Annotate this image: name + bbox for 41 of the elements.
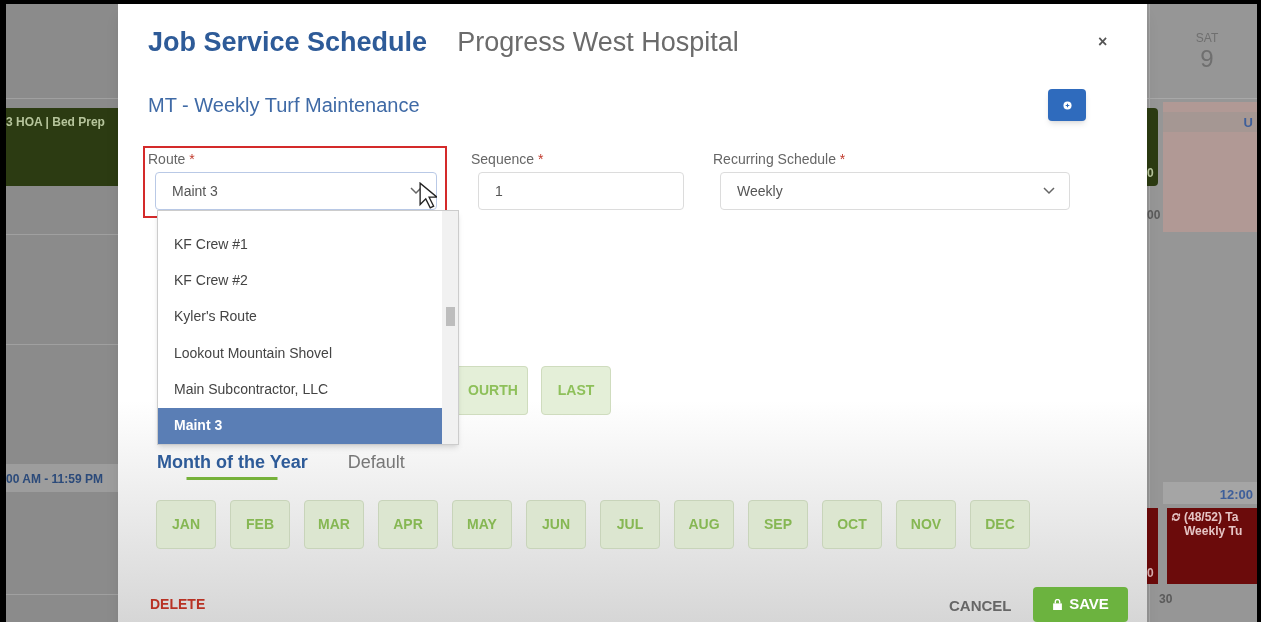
- dropdown-option[interactable]: Main Subcontractor, LLC: [158, 371, 442, 408]
- dropdown-option[interactable]: Kyler's Route: [158, 298, 442, 335]
- event-title: Weekly Tu: [1184, 524, 1243, 538]
- event-title: (48/52) Ta: [1184, 510, 1240, 524]
- dropdown-option[interactable]: Maint 3: [158, 407, 442, 444]
- field-label: Route *: [148, 150, 196, 168]
- select-field[interactable]: Weekly: [720, 172, 1070, 210]
- event-label: U: [1163, 112, 1257, 132]
- calendar-event[interactable]: 0: [1147, 108, 1158, 186]
- field-label: Recurring Schedule *: [713, 150, 847, 168]
- time-label: 00: [1147, 207, 1161, 224]
- delete-button[interactable]: DELETE: [150, 594, 206, 615]
- dialog-title: Job Service Schedule: [148, 26, 428, 58]
- tab[interactable]: Month of the Year: [157, 444, 308, 480]
- calendar-event[interactable]: (48/52) Ta Weekly Tu: [1167, 508, 1257, 584]
- calendar-event[interactable]: U: [1163, 102, 1257, 232]
- close-button[interactable]: ×: [1098, 34, 1108, 50]
- lock-icon: [1052, 599, 1064, 610]
- dropdown-option[interactable]: KF Crew #1: [158, 226, 442, 263]
- save-button[interactable]: SAVE: [1033, 587, 1128, 622]
- chevron-down-icon: [1043, 187, 1055, 195]
- time-bar: 00 AM - 11:59 PM: [6, 464, 118, 492]
- cancel-button[interactable]: CANCEL: [949, 595, 1012, 618]
- dropdown-option[interactable]: Lookout Mountain Shovel: [158, 335, 442, 372]
- scrollbar[interactable]: [442, 211, 458, 444]
- field-label: Sequence *: [471, 150, 545, 168]
- time-bar: 12:00: [1163, 482, 1257, 504]
- tab[interactable]: Default: [347, 444, 405, 480]
- select-field[interactable]: Maint 3: [155, 172, 437, 210]
- location-title: Progress West Hospital: [457, 26, 739, 58]
- mouse-pointer-icon: [419, 182, 437, 209]
- add-icon: [1062, 100, 1072, 110]
- chevron-down-icon: [410, 187, 422, 195]
- input-field[interactable]: 1: [478, 172, 684, 210]
- recurring-icon: [1171, 512, 1181, 522]
- calendar-event[interactable]: 0: [1147, 508, 1158, 584]
- add-button[interactable]: [1048, 89, 1086, 121]
- time-label: 30: [1159, 591, 1173, 608]
- calendar-event[interactable]: 3 HOA | Bed Prep: [6, 108, 118, 186]
- dropdown-option[interactable]: KF Crew #2: [158, 262, 442, 299]
- schedule-subtitle: MT - Weekly Turf Maintenance: [148, 93, 420, 118]
